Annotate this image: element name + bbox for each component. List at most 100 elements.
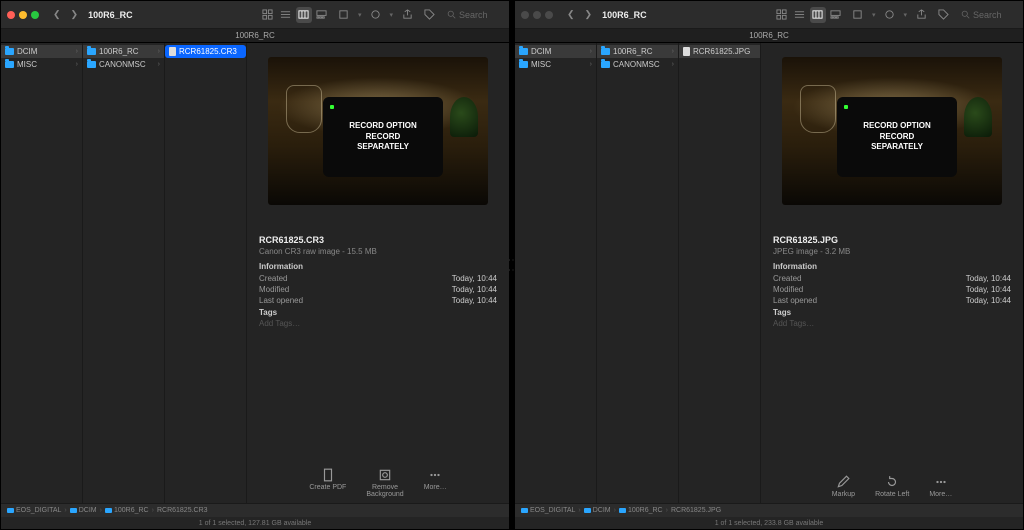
path-item[interactable]: EOS_DIGITAL [521, 507, 575, 514]
more-button[interactable]: More… [424, 468, 447, 499]
back-button[interactable]: ❮ [51, 9, 63, 20]
view-columns-icon[interactable] [810, 7, 826, 23]
preview-pane: RECORD OPTION RECORD SEPARATELY RCR61825… [761, 43, 1023, 503]
view-icon-grid[interactable] [260, 7, 276, 23]
file-icon [169, 47, 176, 56]
path-item[interactable]: DCIM [584, 507, 611, 514]
share-icon[interactable] [399, 7, 415, 23]
folder-icon [519, 48, 528, 55]
info-heading: Information [259, 262, 497, 271]
info-row: Last openedToday, 10:44 [773, 295, 1011, 306]
preview-pane: RECORD OPTION RECORD SEPARATELY RCR61825… [247, 43, 509, 503]
status-bar: 1 of 1 selected, 233.8 GB available [515, 517, 1023, 529]
more-button[interactable]: More… [929, 475, 952, 499]
path-item[interactable]: 100R6_RC [105, 507, 149, 514]
quick-actions: Create PDF Remove Background More… [259, 460, 497, 503]
view-icon-grid[interactable] [774, 7, 790, 23]
search-icon [447, 10, 456, 19]
tags-heading: Tags [773, 308, 1011, 317]
tag-icon[interactable] [421, 7, 437, 23]
add-tags-button[interactable]: Add Tags… [259, 319, 497, 328]
file-item[interactable]: RCR61825.JPG [679, 45, 760, 58]
action-icon[interactable] [367, 7, 383, 23]
toolbar: ❮ ❯ 100R6_RC ▾ ▾ Search [1, 1, 509, 29]
folder-icon [519, 61, 528, 68]
folder-icon [601, 48, 610, 55]
window-title: 100R6_RC [88, 10, 133, 20]
tags-heading: Tags [259, 308, 497, 317]
back-button[interactable]: ❮ [565, 9, 577, 20]
info-row: ModifiedToday, 10:44 [773, 284, 1011, 295]
search-input[interactable]: Search [443, 8, 503, 22]
folder-item[interactable]: 100R6_RC› [597, 45, 678, 58]
path-item[interactable]: RCR61825.JPG [671, 507, 721, 514]
add-tags-button[interactable]: Add Tags… [773, 319, 1011, 328]
close-icon[interactable] [7, 11, 15, 19]
minimize-icon[interactable] [19, 11, 27, 19]
path-bar: EOS_DIGITAL› DCIM› 100R6_RC› RCR61825.CR… [1, 503, 509, 517]
forward-button[interactable]: ❯ [583, 9, 595, 20]
folder-icon [601, 61, 610, 68]
column-1: DCIM› MISC› [515, 43, 597, 503]
view-columns-icon[interactable] [296, 7, 312, 23]
share-icon[interactable] [913, 7, 929, 23]
zoom-icon[interactable] [31, 11, 39, 19]
path-item[interactable]: 100R6_RC [619, 507, 663, 514]
tab[interactable]: 100R6_RC [749, 31, 789, 40]
view-list-icon[interactable] [792, 7, 808, 23]
tab[interactable]: 100R6_RC [235, 31, 275, 40]
info-row: Last openedToday, 10:44 [259, 295, 497, 306]
folder-icon [5, 61, 14, 68]
view-gallery-icon[interactable] [828, 7, 844, 23]
folder-icon [87, 48, 96, 55]
path-bar: EOS_DIGITAL› DCIM› 100R6_RC› RCR61825.JP… [515, 503, 1023, 517]
forward-button[interactable]: ❯ [69, 9, 81, 20]
preview-subtitle: Canon CR3 raw image - 15.5 MB [259, 247, 497, 256]
column-2: 100R6_RC› CANONMSC› [597, 43, 679, 503]
path-item[interactable]: EOS_DIGITAL [7, 507, 61, 514]
preview-filename: RCR61825.JPG [773, 235, 1011, 245]
tab-bar: 100R6_RC [515, 29, 1023, 43]
create-pdf-button[interactable]: Create PDF [309, 468, 346, 499]
minimize-icon[interactable] [533, 11, 541, 19]
traffic-lights[interactable] [521, 11, 553, 19]
view-list-icon[interactable] [278, 7, 294, 23]
toolbar: ❮ ❯ 100R6_RC ▾ ▾ Search [515, 1, 1023, 29]
markup-button[interactable]: Markup [832, 475, 855, 499]
group-icon[interactable] [850, 7, 866, 23]
info-heading: Information [773, 262, 1011, 271]
preview-thumbnail[interactable]: RECORD OPTION RECORD SEPARATELY [782, 57, 1002, 205]
preview-filename: RCR61825.CR3 [259, 235, 497, 245]
window-title: 100R6_RC [602, 10, 647, 20]
rotate-left-button[interactable]: Rotate Left [875, 475, 909, 499]
folder-item[interactable]: CANONMSC› [597, 58, 678, 71]
path-item[interactable]: DCIM [70, 507, 97, 514]
finder-window-left: ❮ ❯ 100R6_RC ▾ ▾ Search 100R6_RC DCIM› M… [0, 0, 510, 530]
tag-icon[interactable] [935, 7, 951, 23]
traffic-lights[interactable] [7, 11, 39, 19]
search-input[interactable]: Search [957, 8, 1017, 22]
file-icon [683, 47, 690, 56]
preview-thumbnail[interactable]: RECORD OPTION RECORD SEPARATELY [268, 57, 488, 205]
remove-background-button[interactable]: Remove Background [366, 468, 403, 499]
group-icon[interactable] [336, 7, 352, 23]
zoom-icon[interactable] [545, 11, 553, 19]
finder-window-right: ❮ ❯ 100R6_RC ▾ ▾ Search 100R6_RC DCIM› M… [514, 0, 1024, 530]
quick-actions: Markup Rotate Left More… [773, 467, 1011, 503]
folder-item[interactable]: 100R6_RC› [83, 45, 164, 58]
action-icon[interactable] [881, 7, 897, 23]
close-icon[interactable] [521, 11, 529, 19]
folder-item[interactable]: DCIM› [1, 45, 82, 58]
info-row: ModifiedToday, 10:44 [259, 284, 497, 295]
file-item[interactable]: RCR61825.CR3 [165, 45, 246, 58]
info-row: CreatedToday, 10:44 [773, 273, 1011, 284]
column-3: RCR61825.JPG [679, 43, 761, 503]
folder-item[interactable]: MISC› [1, 58, 82, 71]
folder-item[interactable]: DCIM› [515, 45, 596, 58]
column-2: 100R6_RC› CANONMSC› [83, 43, 165, 503]
path-item[interactable]: RCR61825.CR3 [157, 507, 208, 514]
tab-bar: 100R6_RC [1, 29, 509, 43]
folder-item[interactable]: MISC› [515, 58, 596, 71]
folder-item[interactable]: CANONMSC› [83, 58, 164, 71]
view-gallery-icon[interactable] [314, 7, 330, 23]
